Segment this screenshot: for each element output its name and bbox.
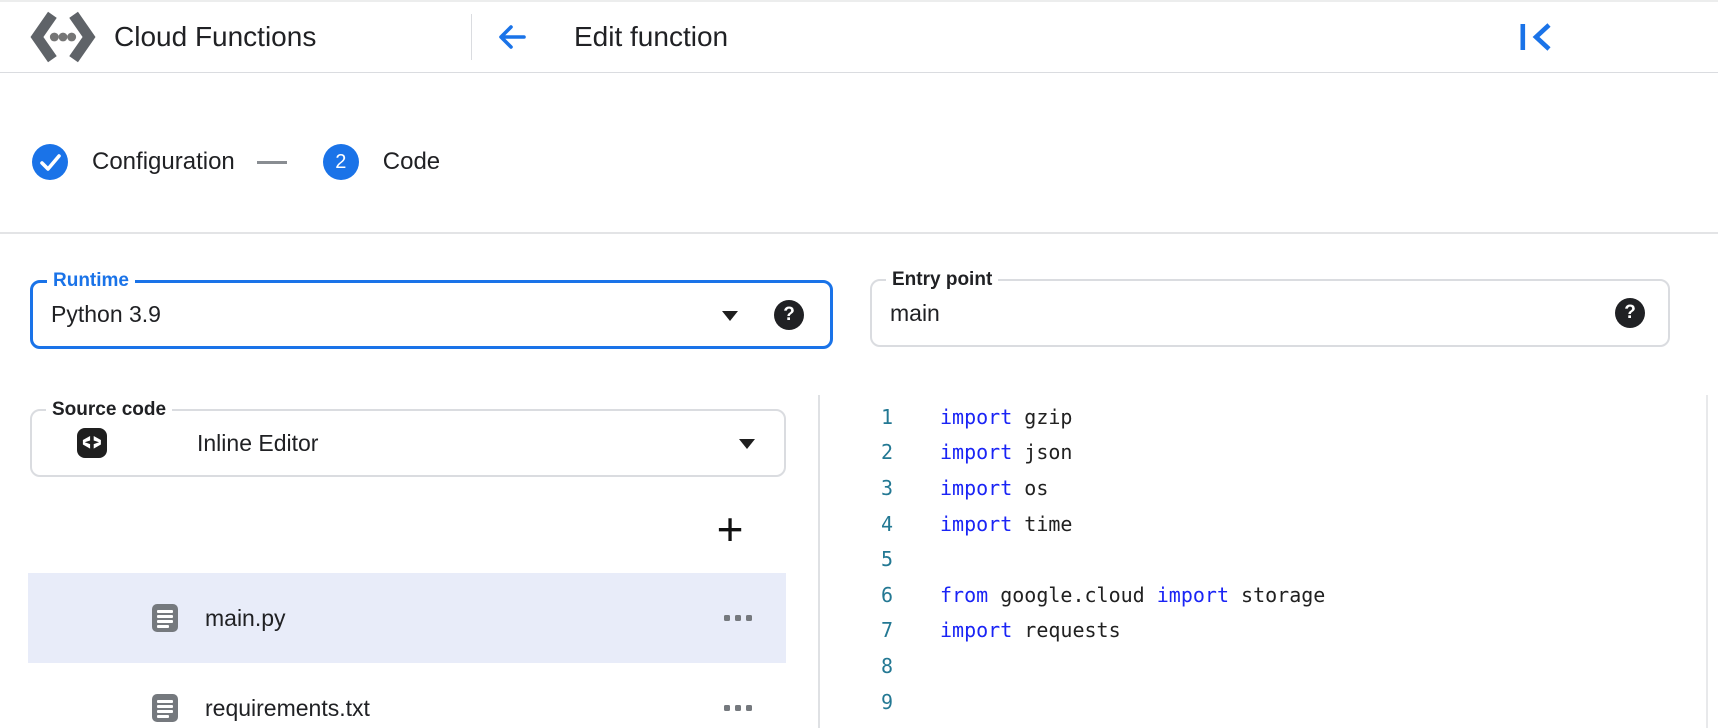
line-number: 4 <box>820 512 893 536</box>
step2-number: 2 <box>335 151 346 174</box>
chevron-down-icon <box>722 311 738 321</box>
runtime-value: Python 3.9 <box>51 283 161 346</box>
runtime-help-icon[interactable]: ? <box>774 300 804 330</box>
app-header: Cloud Functions Edit function <box>0 2 1718 73</box>
entry-point-value: main <box>890 281 940 345</box>
code-text: import requests <box>893 618 1121 642</box>
header-divider <box>471 14 472 60</box>
file-name: requirements.txt <box>205 695 370 722</box>
step2-label[interactable]: Code <box>383 148 440 176</box>
code-text: import os <box>893 476 1048 500</box>
product-title: Cloud Functions <box>114 2 316 72</box>
code-line-5: 5 <box>820 541 1706 577</box>
code-line-3: 3import os <box>820 470 1706 506</box>
file-list: main.py requirements.txt <box>28 573 786 728</box>
source-code-select[interactable]: Source code Inline Editor <box>30 409 786 477</box>
wizard-stepper: Configuration 2 Code <box>32 144 440 180</box>
source-code-value: Inline Editor <box>197 411 318 475</box>
code-line-8: 8 <box>820 648 1706 684</box>
line-number: 7 <box>820 618 893 642</box>
file-row-requirements.txt[interactable]: requirements.txt <box>28 663 786 728</box>
step1-label[interactable]: Configuration <box>92 148 235 176</box>
source-code-label: Source code <box>46 399 172 421</box>
code-line-4: 4import time <box>820 506 1706 542</box>
line-number: 3 <box>820 476 893 500</box>
code-text: import gzip <box>893 405 1072 429</box>
editor-right-border <box>1706 395 1708 728</box>
file-document-icon <box>152 694 178 722</box>
line-number: 9 <box>820 690 893 714</box>
edit-function-page: Cloud Functions Edit function Configurat… <box>0 0 1718 728</box>
runtime-select[interactable]: Runtime Python 3.9 ? <box>30 280 833 349</box>
add-file-button[interactable]: + <box>706 505 754 553</box>
more-options-icon[interactable] <box>718 598 758 638</box>
code-line-1: 1import gzip <box>820 399 1706 435</box>
line-number: 8 <box>820 654 893 678</box>
file-document-icon <box>152 604 178 632</box>
step1-circle[interactable] <box>32 144 68 180</box>
collapse-panel-icon[interactable] <box>1519 22 1553 52</box>
more-options-icon[interactable] <box>718 688 758 728</box>
line-number: 1 <box>820 405 893 429</box>
code-line-2: 2import json <box>820 435 1706 471</box>
check-icon <box>32 144 68 180</box>
stepper-connector <box>257 161 287 164</box>
code-line-9: 9 <box>820 684 1706 720</box>
entry-point-help-icon[interactable]: ? <box>1615 298 1645 328</box>
chevron-down-icon <box>739 439 755 449</box>
line-number: 5 <box>820 547 893 571</box>
code-line-7: 7import requests <box>820 613 1706 649</box>
page-title: Edit function <box>574 2 728 72</box>
file-name: main.py <box>205 605 286 632</box>
code-line-6: 6from google.cloud import storage <box>820 577 1706 613</box>
code-text: import json <box>893 440 1072 464</box>
file-row-main.py[interactable]: main.py <box>28 573 786 663</box>
section-divider <box>0 232 1718 234</box>
code-text: import time <box>893 512 1072 536</box>
code-text: from google.cloud import storage <box>893 583 1325 607</box>
entry-point-field[interactable]: Entry point main ? <box>870 279 1670 347</box>
line-number: 2 <box>820 440 893 464</box>
code-brackets-icon <box>77 428 107 458</box>
code-editor[interactable]: 1import gzip2import json3import os4impor… <box>820 399 1706 728</box>
back-arrow-icon[interactable] <box>494 19 530 55</box>
line-number: 6 <box>820 583 893 607</box>
cloud-functions-logo-icon <box>28 10 98 64</box>
step2-circle[interactable]: 2 <box>323 144 359 180</box>
